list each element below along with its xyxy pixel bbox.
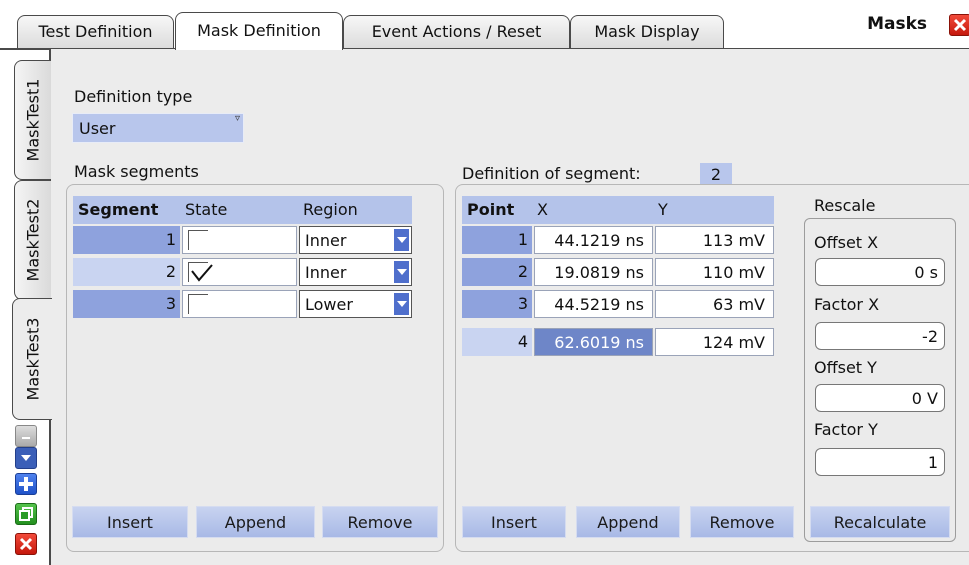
copy-icon[interactable] bbox=[15, 503, 37, 525]
point-row-index[interactable]: 3 bbox=[462, 290, 532, 318]
tab-mask-display[interactable]: Mask Display bbox=[570, 15, 724, 48]
x-column-header: X bbox=[532, 196, 653, 224]
definition-type-value: User bbox=[79, 119, 116, 138]
segment-state-checkbox[interactable] bbox=[182, 226, 297, 254]
rescale-title: Rescale bbox=[814, 196, 876, 215]
chevron-down-icon bbox=[394, 293, 409, 315]
segment-row-index[interactable]: 3 bbox=[73, 290, 180, 318]
segment-region-select[interactable]: Inner bbox=[299, 226, 412, 254]
point-y-value[interactable]: 113 mV bbox=[655, 226, 774, 254]
checkmark-icon bbox=[191, 264, 213, 282]
segment-column-header: Segment bbox=[73, 196, 180, 224]
segment-state-checkbox[interactable] bbox=[182, 290, 297, 318]
point-append-button[interactable]: Append bbox=[576, 506, 680, 538]
y-column-header: Y bbox=[653, 196, 774, 224]
segment-row-index[interactable]: 1 bbox=[73, 226, 180, 254]
factor-x-label: Factor X bbox=[814, 295, 880, 314]
offset-x-label: Offset X bbox=[814, 233, 879, 252]
add-icon[interactable] bbox=[15, 473, 37, 495]
point-x-value[interactable]: 62.6019 ns bbox=[534, 328, 653, 356]
definition-of-segment-label: Definition of segment: bbox=[462, 164, 641, 183]
factor-y-field[interactable]: 1 bbox=[815, 448, 945, 476]
factor-x-field[interactable]: -2 bbox=[815, 322, 945, 350]
point-row-index[interactable]: 2 bbox=[462, 258, 532, 286]
segment-state-checkbox[interactable] bbox=[182, 258, 297, 286]
offset-y-field[interactable]: 0 V bbox=[815, 384, 945, 412]
segment-append-button[interactable]: Append bbox=[196, 506, 315, 538]
offset-y-label: Offset Y bbox=[814, 358, 877, 377]
offset-x-field[interactable]: 0 s bbox=[815, 258, 945, 286]
point-row-index[interactable]: 1 bbox=[462, 226, 532, 254]
scroll-up-icon[interactable] bbox=[15, 425, 37, 447]
close-icon[interactable] bbox=[949, 14, 969, 36]
tab-event-actions-reset[interactable]: Event Actions / Reset bbox=[343, 15, 570, 48]
chevron-down-icon bbox=[394, 261, 409, 283]
tab-masktest1[interactable]: MaskTest1 bbox=[14, 60, 51, 180]
definition-type-label: Definition type bbox=[74, 87, 193, 106]
segment-region-select[interactable]: Lower bbox=[299, 290, 412, 318]
recalculate-button[interactable]: Recalculate bbox=[810, 506, 950, 538]
chevron-down-icon bbox=[394, 229, 409, 251]
segment-insert-button[interactable]: Insert bbox=[72, 506, 188, 538]
point-x-value[interactable]: 44.5219 ns bbox=[534, 290, 653, 318]
factor-y-label: Factor Y bbox=[814, 420, 878, 439]
point-insert-button[interactable]: Insert bbox=[462, 506, 566, 538]
delete-icon[interactable] bbox=[15, 533, 37, 555]
scroll-down-icon[interactable] bbox=[15, 447, 37, 469]
app-title: Masks bbox=[867, 14, 927, 34]
tab-test-definition[interactable]: Test Definition bbox=[17, 15, 174, 48]
segment-region-select[interactable]: Inner bbox=[299, 258, 412, 286]
point-y-value[interactable]: 124 mV bbox=[655, 328, 774, 356]
segment-remove-button[interactable]: Remove bbox=[322, 506, 438, 538]
point-x-value[interactable]: 44.1219 ns bbox=[534, 226, 653, 254]
point-column-header: Point bbox=[462, 196, 532, 224]
point-row-index[interactable]: 4 bbox=[462, 328, 532, 356]
region-column-header: Region bbox=[298, 196, 412, 224]
tab-mask-definition[interactable]: Mask Definition bbox=[175, 12, 343, 50]
dropdown-arrow-icon: ▿ bbox=[234, 113, 240, 124]
definition-type-dropdown[interactable]: User ▿ bbox=[72, 113, 244, 143]
point-y-value[interactable]: 110 mV bbox=[655, 258, 774, 286]
mask-segments-label: Mask segments bbox=[74, 162, 199, 181]
tab-masktest3[interactable]: MaskTest3 bbox=[12, 298, 52, 420]
point-remove-button[interactable]: Remove bbox=[690, 506, 794, 538]
point-x-value[interactable]: 19.0819 ns bbox=[534, 258, 653, 286]
state-column-header: State bbox=[180, 196, 298, 224]
point-y-value[interactable]: 63 mV bbox=[655, 290, 774, 318]
segment-row-index[interactable]: 2 bbox=[73, 258, 180, 286]
tab-masktest2[interactable]: MaskTest2 bbox=[14, 180, 51, 300]
